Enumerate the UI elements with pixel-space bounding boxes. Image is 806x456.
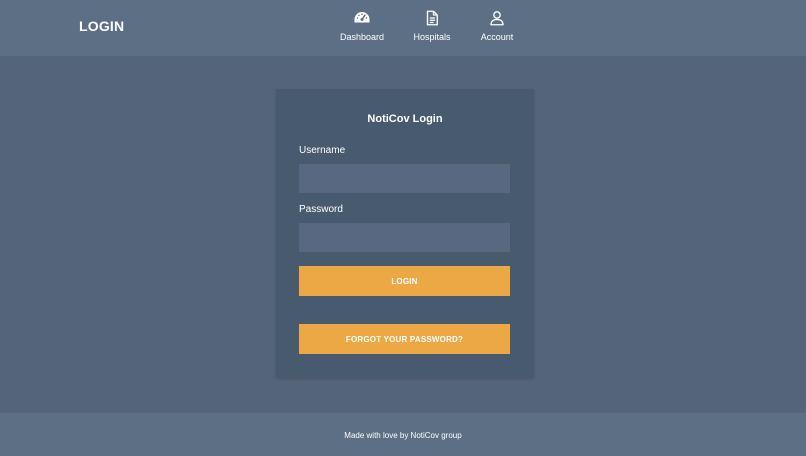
nav-item-account[interactable]: Account: [462, 9, 532, 49]
nav-label-account: Account: [480, 32, 514, 42]
main-nav: Dashboard Hospitals Account: [0, 9, 806, 49]
page-footer: Made with love by NotiCov group: [0, 413, 806, 456]
nav-label-hospitals: Hospitals: [413, 32, 451, 42]
footer-text: Made with love by NotiCov group: [344, 431, 462, 440]
username-input[interactable]: [299, 164, 510, 193]
user-icon: [488, 9, 506, 27]
username-label: Username: [299, 145, 346, 156]
forgot-password-button[interactable]: FORGOT YOUR PASSWORD?: [299, 324, 510, 354]
nav-item-hospitals[interactable]: Hospitals: [397, 9, 467, 49]
nav-label-dashboard: Dashboard: [339, 32, 385, 42]
nav-item-dashboard[interactable]: Dashboard: [327, 9, 397, 49]
password-input[interactable]: [299, 223, 510, 252]
top-header: LOGIN Dashboard Hospitals Account: [0, 0, 806, 56]
document-icon: [423, 9, 441, 27]
dashboard-gauge-icon: [353, 9, 371, 27]
login-card: NotiCov Login Username Password LOGIN FO…: [276, 89, 534, 378]
password-label: Password: [299, 204, 343, 215]
login-title: NotiCov Login: [367, 113, 443, 125]
login-button[interactable]: LOGIN: [299, 266, 510, 296]
